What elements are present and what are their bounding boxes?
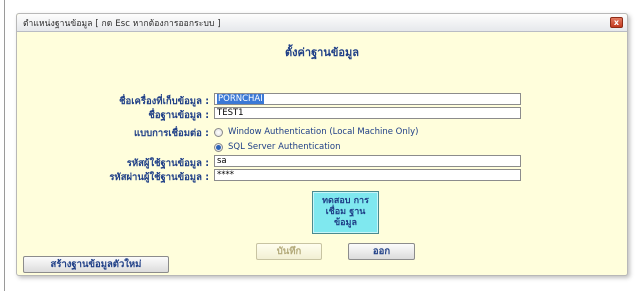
window-title: ตำแหน่งฐานข้อมูล [ กด Esc หากต้องการออกร… — [23, 19, 221, 29]
auth-option-sql-label: SQL Server Authentication — [228, 142, 341, 152]
auth-option-windows-label: Window Authentication (Local Machine Onl… — [228, 127, 419, 137]
database-field[interactable]: TEST1 — [214, 107, 521, 119]
radio-dot-icon — [216, 144, 221, 150]
database-settings-window: ตำแหน่งฐานข้อมูล [ กด Esc หากต้องการออกร… — [16, 13, 628, 276]
create-new-database-button[interactable]: สร้างฐานข้อมูลตัวใหม่ — [23, 256, 169, 273]
username-field[interactable]: sa — [214, 155, 521, 167]
radio-selected-icon[interactable] — [214, 142, 223, 152]
auth-option-windows[interactable]: Window Authentication (Local Machine Onl… — [214, 127, 418, 137]
radio-unselected-icon[interactable] — [214, 127, 223, 137]
close-button[interactable]: x — [610, 17, 623, 28]
screen-left-border — [4, 0, 5, 291]
connection-type-label: แบบการเชื่อมต่อ : — [133, 128, 209, 139]
database-label: ชื่อฐานข้อมูล : — [148, 110, 209, 121]
password-label: รหัสผ่านผู้ใช้ฐานข้อมูล : — [109, 172, 209, 183]
test-connection-button[interactable]: ทดสอบ การ เชื่อม ฐาน ข้อมูล — [312, 191, 379, 234]
exit-button[interactable]: ออก — [348, 243, 415, 260]
close-icon: x — [613, 18, 620, 27]
server-label: ชื่อเครื่องที่เก็บข้อมูล : — [119, 96, 209, 107]
test-connection-label: ทดสอบ การ เชื่อม ฐาน ข้อมูล — [322, 196, 369, 228]
auth-option-sql[interactable]: SQL Server Authentication — [214, 142, 341, 152]
title-bar: ตำแหน่งฐานข้อมูล [ กด Esc หากต้องการออกร… — [17, 14, 627, 32]
password-field[interactable]: **** — [214, 169, 521, 181]
server-field[interactable]: PORNCHAI — [214, 93, 521, 105]
form-heading: ตั้งค่าฐานข้อมูล — [285, 46, 359, 59]
server-value: PORNCHAI — [217, 94, 264, 104]
save-button[interactable]: บันทึก — [256, 243, 322, 260]
username-label: รหัสผู้ใช้ฐานข้อมูล : — [126, 158, 209, 169]
